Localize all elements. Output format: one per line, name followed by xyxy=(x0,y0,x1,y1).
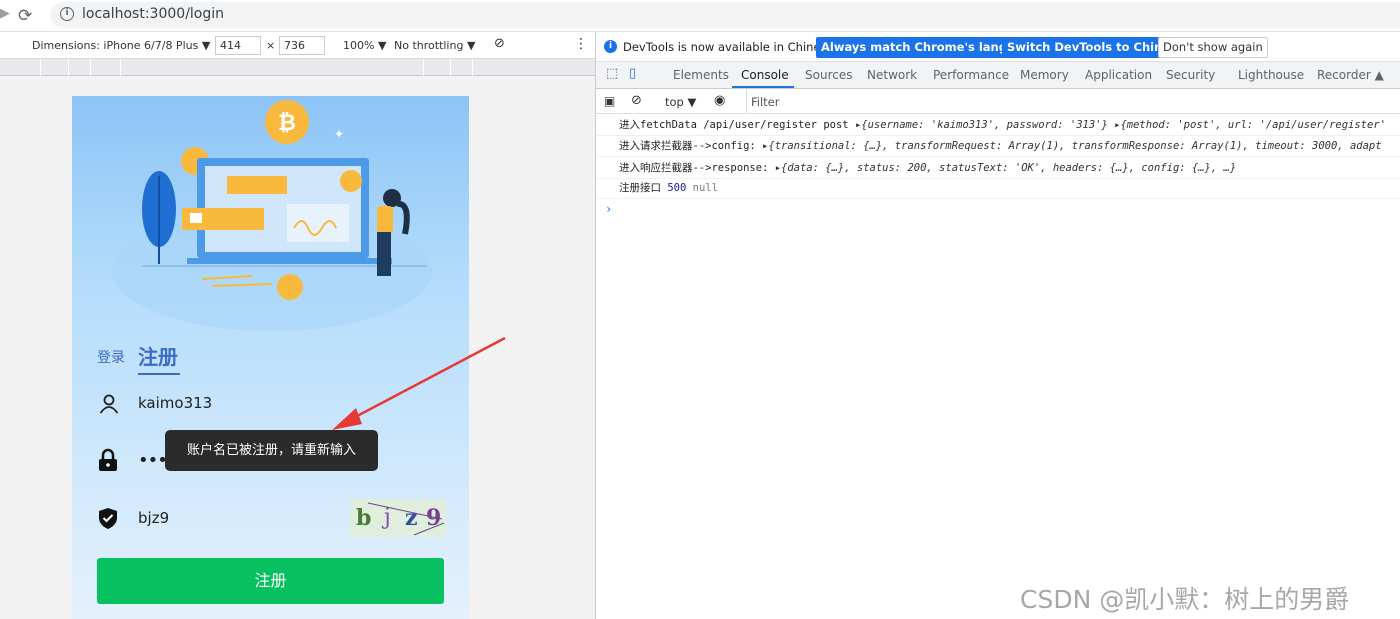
log-object[interactable]: ▸{username: 'kaimo313', password: '313'}… xyxy=(855,119,1386,131)
omnibox[interactable] xyxy=(50,2,1400,28)
zoom-select[interactable]: 100% ▼ xyxy=(343,39,386,52)
tab-login[interactable]: 登录 xyxy=(97,347,125,367)
active-tab-indicator xyxy=(732,86,794,88)
infobar-text: DevTools is now available in Chinese! xyxy=(623,40,839,54)
info-icon: i xyxy=(604,40,617,53)
password-field[interactable]: ••• xyxy=(138,450,168,471)
tab-memory[interactable]: Memory xyxy=(1020,68,1069,82)
log-object[interactable]: ▸{data: {…}, status: 200, statusText: 'O… xyxy=(775,162,1236,174)
log-entry: 注册接口 500 null xyxy=(596,178,1400,199)
tab-register[interactable]: 注册 xyxy=(138,341,178,370)
error-toast: 账户名已被注册，请重新输入 xyxy=(165,430,378,471)
annotation-arrow xyxy=(332,336,506,430)
width-input[interactable]: 414 xyxy=(215,36,261,55)
log-number: 500 xyxy=(667,182,687,194)
tab-lighthouse[interactable]: Lighthouse xyxy=(1238,68,1304,82)
user-icon xyxy=(99,394,119,414)
device-dimensions: Dimensions: iPhone 6/7/8 Plus xyxy=(32,39,199,52)
log-message: 进入fetchData /api/user/register post xyxy=(619,119,849,131)
tab-performance[interactable]: Performance xyxy=(933,68,1009,82)
tab-network[interactable]: Network xyxy=(867,68,917,82)
log-entry: 进入响应拦截器-->response: ▸{data: {…}, status:… xyxy=(596,158,1400,179)
dont-show-button[interactable]: Don't show again xyxy=(1158,37,1268,58)
captcha-image[interactable]: b j z 9 xyxy=(350,499,446,537)
captcha-noise xyxy=(367,502,445,536)
tab-console[interactable]: Console xyxy=(741,68,789,82)
times-sign: × xyxy=(266,39,276,52)
log-message: 注册接口 xyxy=(619,182,661,194)
throttle-select[interactable]: No throttling ▼ xyxy=(394,39,475,52)
media-query-ruler[interactable] xyxy=(0,59,595,76)
console-toolbar: ▣ ⊘ top ▼ ◉ Filter xyxy=(596,90,1400,114)
log-null: null xyxy=(692,182,718,194)
forward-icon[interactable]: ▶ xyxy=(0,6,10,21)
devtools-infobar: i DevTools is now available in Chinese! … xyxy=(596,32,1400,62)
filter-input[interactable]: Filter xyxy=(751,95,779,109)
illustration: ₿ ✦ xyxy=(112,100,432,331)
svg-text:₿: ₿ xyxy=(278,111,296,136)
device-toolbar: Dimensions: iPhone 6/7/8 Plus ▼ 414 × 73… xyxy=(0,32,595,59)
tab-security[interactable]: Security xyxy=(1166,68,1215,82)
context-select[interactable]: top ▼ xyxy=(665,95,696,109)
tab-register-underline xyxy=(138,373,180,375)
eye-icon[interactable]: ◉ xyxy=(714,93,725,108)
watermark: CSDN @凯小默：树上的男爵 xyxy=(1020,585,1350,614)
address-bar: ▶ ⟳ i localhost:3000/login xyxy=(0,0,1400,32)
tab-elements[interactable]: Elements xyxy=(673,68,729,82)
shield-check-icon xyxy=(99,508,117,529)
rotate-icon[interactable]: ⊘ xyxy=(494,36,505,51)
tab-recorder[interactable]: Recorder ▲ xyxy=(1317,68,1384,82)
zoom-value: 100% xyxy=(343,39,375,52)
sidebar-toggle-icon[interactable]: ▣ xyxy=(604,94,615,108)
log-object[interactable]: ▸{transitional: {…}, transformRequest: A… xyxy=(762,140,1382,152)
reload-icon[interactable]: ⟳ xyxy=(18,6,32,26)
console-prompt-icon[interactable]: › xyxy=(605,202,612,216)
throttle-value: No throttling xyxy=(394,39,464,52)
device-toggle-icon[interactable]: ▯ xyxy=(629,66,636,81)
url-text[interactable]: localhost:3000/login xyxy=(82,6,224,22)
site-info-icon[interactable]: i xyxy=(60,7,74,21)
captcha-input[interactable]: bjz9 xyxy=(138,509,169,527)
log-entry: 进入fetchData /api/user/register post ▸{us… xyxy=(596,115,1400,136)
register-button[interactable]: 注册 xyxy=(97,558,444,604)
devtools-tabs: ⬚ ▯ Elements Console Sources Network Per… xyxy=(596,62,1400,89)
svg-text:✦: ✦ xyxy=(334,127,344,141)
console-output: 进入fetchData /api/user/register post ▸{us… xyxy=(596,114,1400,619)
username-field[interactable]: kaimo313 xyxy=(138,394,212,412)
log-message: 进入请求拦截器-->config: xyxy=(619,140,756,152)
clear-console-icon[interactable]: ⊘ xyxy=(631,93,642,108)
tab-sources[interactable]: Sources xyxy=(805,68,852,82)
tab-application[interactable]: Application xyxy=(1085,68,1152,82)
inspect-icon[interactable]: ⬚ xyxy=(606,66,618,81)
device-select[interactable]: Dimensions: iPhone 6/7/8 Plus ▼ xyxy=(32,39,210,52)
log-entry: 进入请求拦截器-->config: ▸{transitional: {…}, t… xyxy=(596,136,1400,157)
lock-icon xyxy=(99,448,117,471)
log-message: 进入响应拦截器-->response: xyxy=(619,162,769,174)
more-options-icon[interactable]: ⋮ xyxy=(574,36,588,52)
height-input[interactable]: 736 xyxy=(279,36,325,55)
